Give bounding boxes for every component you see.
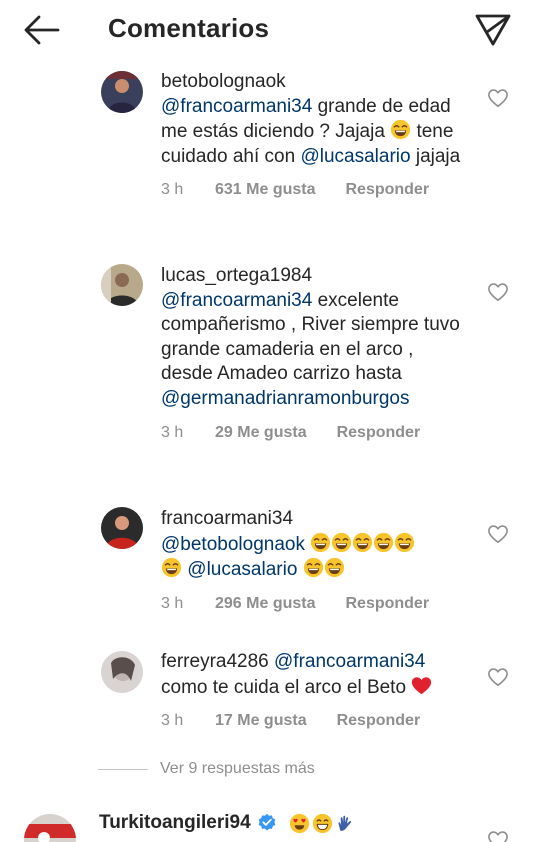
comment-username[interactable]: Turkitoangileri94: [99, 812, 251, 834]
heart-icon[interactable]: [487, 88, 509, 108]
avatar[interactable]: [101, 264, 143, 306]
heart-icon[interactable]: [487, 667, 509, 687]
avatar[interactable]: [101, 651, 143, 693]
laughing-emoji-icon: [353, 532, 373, 552]
reply-button[interactable]: Responder: [345, 178, 429, 203]
comment-username[interactable]: betobolognaok: [161, 71, 286, 92]
likes-count[interactable]: 17 Me gusta: [215, 709, 307, 734]
heart-icon[interactable]: [487, 830, 509, 842]
heart-eyes-emoji-icon: [289, 813, 309, 833]
comment-text-part: jajaja: [410, 145, 461, 167]
comment-time: 3 h: [161, 712, 184, 730]
avatar[interactable]: [101, 71, 143, 113]
mention-link[interactable]: @lucasalario: [300, 146, 410, 167]
mention-link[interactable]: @francoarmani34: [161, 96, 312, 117]
likes-count[interactable]: 631 Me gusta: [215, 178, 315, 203]
avatar[interactable]: [101, 507, 143, 549]
laughing-emoji-icon: [332, 532, 352, 552]
mention-link[interactable]: @betobolognaok: [161, 534, 305, 555]
heart-icon[interactable]: [487, 282, 509, 302]
red-heart-emoji-icon: [412, 676, 432, 694]
avatar[interactable]: [24, 814, 76, 842]
laughing-emoji-icon: [395, 532, 415, 552]
comment-5: Turkitoangileri94: [0, 800, 540, 842]
send-button[interactable]: [474, 12, 512, 48]
mention-link[interactable]: @lucasalario: [187, 559, 297, 580]
heart-icon[interactable]: [487, 524, 509, 544]
comment-time: 3 h: [161, 181, 184, 199]
comment-text: @betobolognaok @lucasalario: [161, 532, 471, 583]
back-arrow-icon: [24, 15, 60, 45]
reply-button[interactable]: Responder: [337, 421, 421, 446]
reply-button[interactable]: Responder: [345, 592, 429, 617]
emoji-group: [303, 558, 345, 580]
mention-link[interactable]: @francoarmani34: [274, 651, 425, 672]
comment-username[interactable]: francoarmani34: [161, 508, 293, 529]
verified-badge-icon: [258, 813, 276, 831]
comment-text: @francoarmani34 excelente compañerismo ,…: [161, 289, 461, 412]
view-more-replies[interactable]: Ver 9 respuestas más: [98, 760, 315, 778]
mention-link[interactable]: @francoarmani34: [161, 290, 312, 311]
comment-text: @francoarmani34 grande de edad me estás …: [161, 95, 471, 170]
likes-count[interactable]: 296 Me gusta: [215, 592, 315, 617]
laughing-emoji-icon: [374, 532, 394, 552]
likes-count[interactable]: 29 Me gusta: [215, 421, 307, 446]
page-title: Comentarios: [108, 13, 270, 43]
comment-username[interactable]: ferreyra4286: [161, 651, 269, 672]
comment-time: 3 h: [161, 423, 184, 441]
divider: [98, 768, 148, 770]
mention-link[interactable]: @germanadrianramonburgos: [161, 388, 409, 409]
laughing-emoji-icon: [311, 532, 331, 552]
header: Comentarios: [0, 0, 540, 60]
comment-text: como te cuida el arco el Beto: [161, 675, 471, 701]
grinning-emoji-icon: [312, 813, 332, 833]
back-button[interactable]: [22, 12, 62, 48]
emoji-group: [289, 813, 356, 834]
laughing-emoji-icon: [161, 558, 182, 578]
laughing-emoji-icon: [391, 120, 411, 140]
comment-username[interactable]: lucas_ortega1984: [161, 265, 312, 286]
send-icon: [475, 14, 511, 46]
view-replies-label: Ver 9 respuestas más: [160, 760, 315, 777]
laughing-emoji-icon: [324, 558, 344, 578]
comment-time: 3 h: [161, 594, 184, 612]
emoji-group: [310, 532, 415, 555]
laughing-emoji-icon: [303, 558, 323, 578]
comment-text-part: como te cuida el arco el Beto: [161, 676, 412, 698]
clapping-hands-emoji-icon: [338, 815, 351, 831]
reply-button[interactable]: Responder: [337, 709, 421, 734]
